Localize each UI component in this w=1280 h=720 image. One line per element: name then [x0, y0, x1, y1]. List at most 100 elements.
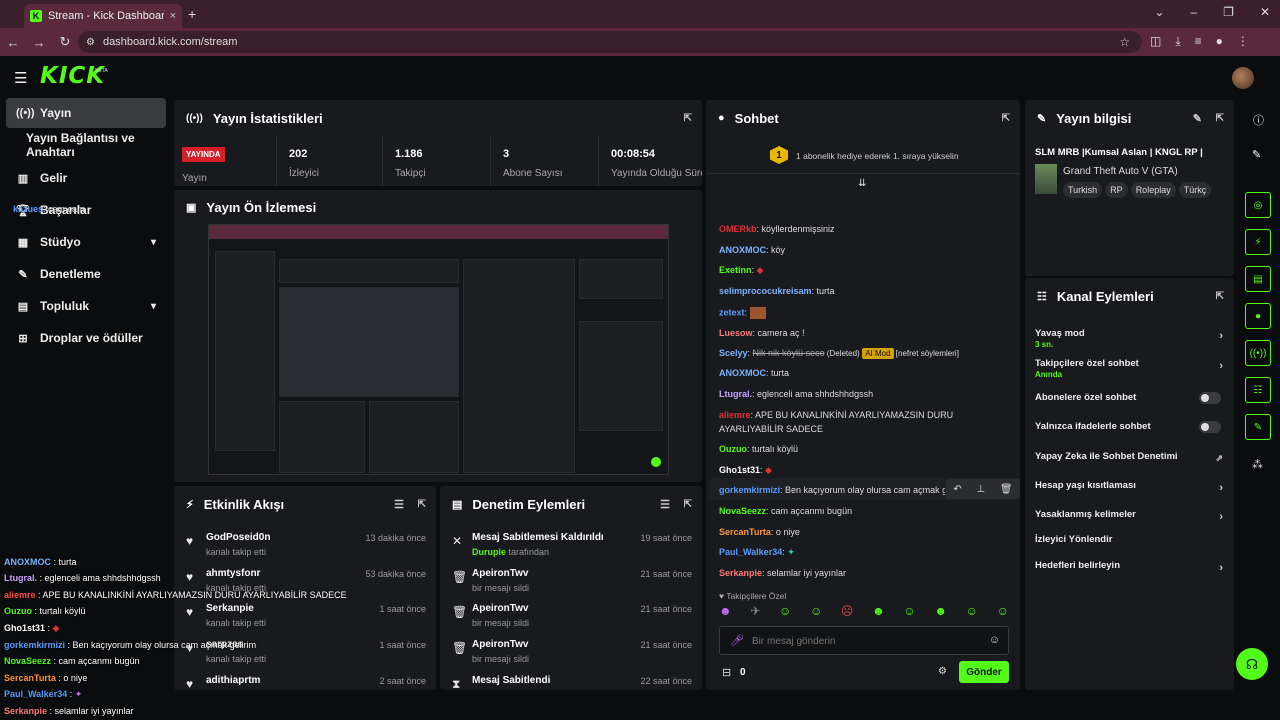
emote-icon[interactable]: ☺	[779, 604, 791, 622]
emote-icon[interactable]: ☺	[810, 604, 822, 622]
rail-document-icon[interactable]: ▤	[1245, 266, 1271, 292]
sidebar-item-droplar[interactable]: ⊞ Droplar ve ödüller	[6, 323, 166, 353]
chat-username[interactable]: Gho1st31	[719, 465, 760, 475]
moderator-name[interactable]: Durupie	[472, 547, 506, 557]
emote-icon[interactable]: ☺	[966, 604, 978, 622]
activity-user[interactable]: Serkanpie	[206, 603, 254, 614]
action-follower-only[interactable]: Takipçilere özel sohbet Anında ›	[1035, 358, 1223, 379]
chevron-down-icon[interactable]: ⌄	[1154, 5, 1164, 19]
chat-username[interactable]: Scelyy	[719, 348, 748, 358]
toggle-switch[interactable]	[1199, 421, 1221, 433]
sidebar-item-topluluk[interactable]: ▤ Topluluk ▾	[6, 291, 166, 321]
tag[interactable]: Roleplay	[1130, 182, 1176, 198]
sidebar-item-studyo[interactable]: ▦ Stüdyo ▾	[6, 227, 166, 257]
chat-username[interactable]: Paul_Walker34	[719, 547, 782, 557]
forward-icon[interactable]: →	[26, 35, 52, 50]
chat-username[interactable]: OMERkb	[719, 224, 757, 234]
kick-logo[interactable]: KICK	[40, 63, 105, 89]
tag[interactable]: Türkç	[1178, 182, 1212, 198]
close-window-icon[interactable]: ✕	[1260, 5, 1270, 19]
chat-username[interactable]: Ouzuo	[719, 444, 747, 454]
activity-user[interactable]: adithiaprtm	[206, 675, 260, 686]
rail-chat-icon[interactable]: ●	[1245, 303, 1271, 329]
chat-username[interactable]: SercanTurta	[719, 527, 771, 537]
settings-gear-icon[interactable]: ⚙	[938, 666, 947, 677]
maximize-icon[interactable]: ❐	[1223, 5, 1234, 19]
site-info-icon[interactable]: ⚙	[86, 37, 95, 48]
chat-input-box[interactable]: 🎤︎ ☺	[719, 626, 1009, 655]
activity-user[interactable]: GodPoseid0n	[206, 532, 270, 543]
action-account-age[interactable]: Hesap yaşı kısıtlaması ›	[1035, 480, 1223, 494]
rail-wrench-icon[interactable]: ✎	[1245, 414, 1271, 440]
sidebar-item-yayin[interactable]: ((•)) Yayın	[6, 98, 166, 128]
chat-username[interactable]: Ltugral.	[719, 389, 752, 399]
moderation-user[interactable]: ApeironTwv	[472, 603, 528, 614]
url-field[interactable]: ⚙ dashboard.kick.com/stream ☆	[78, 31, 1142, 53]
pin-icon[interactable]: ⊥	[976, 484, 985, 495]
action-goals[interactable]: Hedefleri belirleyin ›	[1035, 560, 1223, 574]
rail-lightning-icon[interactable]: ⚡︎	[1245, 229, 1271, 255]
download-icon[interactable]: ⤓	[1175, 34, 1180, 49]
emote-icon[interactable]: ☹	[841, 604, 854, 622]
chat-username[interactable]: ANOXMOC	[719, 245, 766, 255]
rail-camera-icon[interactable]: ◎	[1245, 192, 1271, 218]
chat-username[interactable]: Exetinn	[719, 265, 752, 275]
send-button[interactable]: Gönder	[959, 661, 1009, 683]
chat-username[interactable]: ANOXMOC	[719, 368, 766, 378]
popout-icon[interactable]: ⇱	[418, 499, 426, 510]
sidebar-item-gelir[interactable]: ▥ Gelir	[6, 163, 166, 193]
profile-icon[interactable]: ●	[1216, 34, 1223, 49]
stream-preview-video[interactable]	[208, 224, 669, 475]
tag[interactable]: Turkish	[1063, 182, 1103, 198]
chat-username[interactable]: selimprococukreisam	[719, 286, 812, 296]
chat-username[interactable]: gorkemkirmizi	[719, 485, 780, 495]
minimize-icon[interactable]: –	[1190, 5, 1197, 19]
scroll-down-icon[interactable]: ⇊	[858, 178, 866, 189]
reload-icon[interactable]: ↻	[52, 34, 78, 50]
emote-icon[interactable]: ✈	[750, 604, 760, 622]
bookmark-star-icon[interactable]: ☆	[1119, 35, 1130, 49]
category-thumbnail[interactable]	[1035, 164, 1057, 194]
toggle-switch[interactable]	[1199, 392, 1221, 404]
popout-icon[interactable]: ⇱	[1216, 113, 1224, 124]
edit-pencil-icon[interactable]: ✎	[1252, 148, 1261, 161]
action-slow-mode[interactable]: Yavaş mod 3 sn. ›	[1035, 328, 1223, 349]
chat-username[interactable]: Serkanpie	[719, 568, 762, 578]
gift-leaderboard[interactable]: 1 1 abonelik hediye ederek 1. sıraya yük…	[706, 138, 1020, 174]
activity-user[interactable]: ahmtysfonr	[206, 568, 260, 579]
emote-icon[interactable]: ☻	[872, 604, 885, 622]
gift-box-icon[interactable]: ⊟	[722, 666, 731, 679]
moderation-user[interactable]: ApeironTwv	[472, 639, 528, 650]
chat-username[interactable]: kazues	[13, 204, 43, 214]
more-menu-icon[interactable]: ⋮	[1237, 34, 1249, 49]
reply-icon[interactable]: ↶	[953, 484, 961, 495]
rail-sliders-icon[interactable]: ☷	[1245, 377, 1271, 403]
chat-username[interactable]: NovaSeezz	[719, 506, 766, 516]
support-headset-icon[interactable]: ☊	[1236, 648, 1268, 680]
edit-pencil-icon[interactable]: ✎	[1193, 112, 1202, 125]
emote-icon[interactable]: ☺	[997, 604, 1009, 622]
action-host[interactable]: İzleyici Yönlendir	[1035, 534, 1223, 545]
chat-username[interactable]: zetext	[719, 307, 745, 317]
emoji-icon[interactable]: ☺	[989, 634, 1000, 646]
filter-icon[interactable]: ☰	[660, 498, 670, 511]
action-banned-words[interactable]: Yasaklanmış kelimeler ›	[1035, 509, 1223, 523]
filter-icon[interactable]: ☰	[394, 498, 404, 511]
emote-icon[interactable]: ☺	[903, 604, 915, 622]
microphone-icon[interactable]: 🎤︎	[730, 634, 744, 647]
rail-broadcast-icon[interactable]: ((•))	[1245, 340, 1271, 366]
user-avatar[interactable]	[1232, 67, 1254, 89]
moderation-user[interactable]: ApeironTwv	[472, 568, 528, 579]
hamburger-menu-icon[interactable]: ☰	[14, 69, 27, 87]
tag[interactable]: RP	[1105, 182, 1128, 198]
tab-close-icon[interactable]: ×	[170, 10, 176, 22]
browser-tab[interactable]: K Stream - Kick Dashboard ×	[24, 4, 182, 28]
popout-icon[interactable]: ⇱	[1216, 291, 1224, 302]
category-name[interactable]: Grand Theft Auto V (GTA)	[1063, 166, 1178, 177]
popout-icon[interactable]: ⇱	[684, 113, 692, 124]
new-tab-button[interactable]: +	[188, 6, 196, 22]
chat-input[interactable]	[752, 632, 972, 650]
emote-icon[interactable]: ☻	[719, 604, 732, 622]
popout-icon[interactable]: ⇱	[1002, 113, 1010, 124]
popout-icon[interactable]: ⇱	[684, 499, 692, 510]
